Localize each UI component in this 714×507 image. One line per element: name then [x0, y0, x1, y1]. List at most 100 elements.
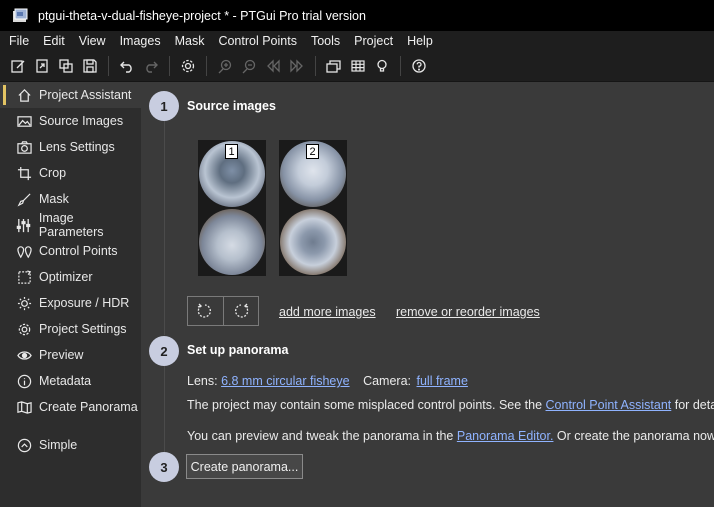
menu-view[interactable]: View	[79, 34, 106, 48]
project-assistant-panel: 1 Source images 1 2 add more images remo…	[141, 82, 714, 507]
menu-bar: File Edit View Images Mask Control Point…	[0, 31, 714, 51]
sliders-icon	[16, 217, 32, 233]
panorama-editor-icon[interactable]	[322, 54, 346, 78]
sidebar-item-source-images[interactable]: Source Images	[0, 108, 141, 134]
redo-icon[interactable]	[139, 54, 163, 78]
lightbulb-icon[interactable]	[370, 54, 394, 78]
toolbar-separator	[315, 56, 316, 76]
crop-icon	[16, 165, 32, 181]
sidebar-item-simple[interactable]: Simple	[0, 432, 141, 458]
sidebar-item-optimizer[interactable]: Optimizer	[0, 264, 141, 290]
app-icon	[12, 8, 28, 24]
cp-text-b: for details.	[674, 398, 714, 412]
panorama-editor-link[interactable]: Panorama Editor.	[457, 429, 554, 443]
sidebar-item-control-points[interactable]: Control Points	[0, 238, 141, 264]
camera-icon	[16, 139, 32, 155]
menu-help[interactable]: Help	[407, 34, 433, 48]
control-point-warning: The project may contain some misplaced c…	[187, 398, 714, 412]
lens-label: Lens:	[187, 374, 218, 388]
source-image-thumbnail-1[interactable]: 1	[198, 140, 266, 276]
sidebar-item-label: Preview	[39, 348, 84, 362]
cp-text-a: The project may contain some misplaced c…	[187, 398, 546, 412]
rotate-right-icon	[234, 303, 249, 318]
fast-forward-icon[interactable]	[285, 54, 309, 78]
grid-icon[interactable]	[346, 54, 370, 78]
menu-tools[interactable]: Tools	[311, 34, 340, 48]
step-number-2: 2	[149, 336, 179, 366]
camera-value-link[interactable]: full frame	[417, 374, 468, 388]
remove-reorder-images-link[interactable]: remove or reorder images	[396, 305, 540, 319]
window-title: ptgui-theta-v-dual-fisheye-project * - P…	[38, 8, 366, 23]
control-point-assistant-link[interactable]: Control Point Assistant	[546, 398, 672, 412]
sidebar-item-label: Source Images	[39, 114, 124, 128]
sidebar-item-lens-settings[interactable]: Lens Settings	[0, 134, 141, 160]
step-connector	[164, 366, 165, 452]
sidebar-item-preview[interactable]: Preview	[0, 342, 141, 368]
preview-text-b: Or create the panorama now:	[553, 429, 714, 443]
toolbar-separator	[206, 56, 207, 76]
rotate-left-button[interactable]	[188, 297, 224, 325]
info-icon	[16, 373, 32, 389]
sidebar-item-label: Optimizer	[39, 270, 93, 284]
image-icon	[16, 113, 32, 129]
eye-icon	[16, 347, 32, 363]
save-icon[interactable]	[78, 54, 102, 78]
brush-icon	[16, 191, 32, 207]
sidebar-item-image-parameters[interactable]: Image Parameters	[0, 211, 141, 239]
help-icon[interactable]	[407, 54, 431, 78]
rotate-left-icon	[197, 303, 212, 318]
step-title-set-up-panorama: Set up panorama	[187, 343, 289, 357]
menu-mask[interactable]: Mask	[175, 34, 205, 48]
sidebar-item-label: Lens Settings	[39, 140, 115, 154]
sidebar-item-label: Mask	[39, 192, 69, 206]
sidebar-item-label: Create Panorama	[39, 400, 138, 414]
step-number-1: 1	[149, 91, 179, 121]
menu-control-points[interactable]: Control Points	[218, 34, 297, 48]
map-icon	[16, 399, 32, 415]
preview-hint: You can preview and tweak the panorama i…	[187, 429, 714, 443]
camera-label: Camera:	[363, 374, 412, 388]
sun-icon	[16, 295, 32, 311]
open-project-icon[interactable]	[30, 54, 54, 78]
menu-file[interactable]: File	[9, 34, 29, 48]
step-number-3: 3	[149, 452, 179, 482]
sidebar-item-metadata[interactable]: Metadata	[0, 368, 141, 394]
sidebar-item-label: Project Settings	[39, 322, 127, 336]
menu-images[interactable]: Images	[120, 34, 161, 48]
sidebar-item-exposure-hdr[interactable]: Exposure / HDR	[0, 290, 141, 316]
sidebar-item-label: Control Points	[39, 244, 118, 258]
sidebar-item-crop[interactable]: Crop	[0, 160, 141, 186]
settings-icon[interactable]	[176, 54, 200, 78]
source-image-thumbnail-2[interactable]: 2	[279, 140, 347, 276]
rewind-icon[interactable]	[261, 54, 285, 78]
sidebar-item-label: Metadata	[39, 374, 92, 388]
copy-icon[interactable]	[54, 54, 78, 78]
title-bar: ptgui-theta-v-dual-fisheye-project * - P…	[0, 0, 714, 31]
toolbar	[0, 51, 714, 82]
menu-edit[interactable]: Edit	[43, 34, 65, 48]
sidebar-item-label: Simple	[39, 438, 78, 452]
thumbnail-number: 1	[225, 144, 238, 159]
thumbnail-number: 2	[306, 144, 319, 159]
preview-text-a: You can preview and tweak the panorama i…	[187, 429, 457, 443]
add-more-images-link[interactable]: add more images	[279, 305, 376, 319]
optimizer-icon	[16, 269, 32, 285]
gear-icon	[16, 321, 32, 337]
create-panorama-button[interactable]: Create panorama...	[186, 454, 303, 479]
zoom-in-icon[interactable]	[213, 54, 237, 78]
toolbar-separator	[400, 56, 401, 76]
lens-camera-line: Lens: 6.8 mm circular fisheye Camera: fu…	[187, 374, 468, 388]
sidebar-item-mask[interactable]: Mask	[0, 186, 141, 212]
sidebar-item-project-assistant[interactable]: Project Assistant	[0, 82, 141, 108]
rotate-right-button[interactable]	[224, 297, 259, 325]
undo-icon[interactable]	[115, 54, 139, 78]
sidebar: Project Assistant Source Images Lens Set…	[0, 82, 141, 507]
zoom-out-icon[interactable]	[237, 54, 261, 78]
sidebar-item-label: Exposure / HDR	[39, 296, 130, 310]
sidebar-item-create-panorama[interactable]: Create Panorama	[0, 394, 141, 420]
chevron-up-circle-icon	[16, 437, 32, 453]
menu-project[interactable]: Project	[354, 34, 393, 48]
new-project-icon[interactable]	[6, 54, 30, 78]
lens-value-link[interactable]: 6.8 mm circular fisheye	[221, 374, 350, 388]
sidebar-item-project-settings[interactable]: Project Settings	[0, 316, 141, 342]
